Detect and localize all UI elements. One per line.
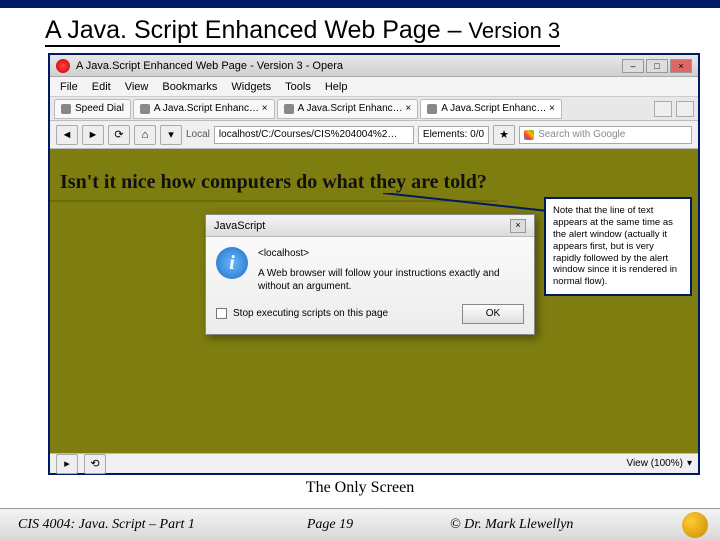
ucf-logo-icon — [682, 512, 708, 538]
address-text: localhost/C:/Courses/CIS%204004%2… — [219, 129, 397, 140]
menu-edit[interactable]: Edit — [92, 81, 111, 93]
tab-label: A Java.Script Enhanc… × — [154, 103, 268, 114]
address-prefix: Local — [186, 129, 210, 140]
trash-icon[interactable] — [676, 101, 694, 117]
page-icon — [427, 104, 437, 114]
menu-widgets[interactable]: Widgets — [231, 81, 271, 93]
tab-bar: Speed Dial A Java.Script Enhanc… × A Jav… — [50, 97, 698, 121]
grid-icon — [61, 104, 71, 114]
slide-title-area: A Java. Script Enhanced Web Page – Versi… — [0, 8, 720, 51]
menu-bookmarks[interactable]: Bookmarks — [162, 81, 217, 93]
tab-page-1[interactable]: A Java.Script Enhanc… × — [133, 99, 275, 119]
opera-icon — [56, 59, 70, 73]
google-icon — [524, 130, 534, 140]
alert-dialog: JavaScript × i <localhost> A Web browser… — [205, 214, 535, 335]
annotation-callout: Note that the line of text appears at th… — [544, 197, 692, 296]
dialog-message: A Web browser will follow your instructi… — [258, 267, 524, 294]
page-content: Isn't it nice how computers do what they… — [50, 149, 698, 453]
tab-page-2[interactable]: A Java.Script Enhanc… × — [277, 99, 419, 119]
stop-scripts-checkbox[interactable] — [216, 308, 227, 319]
star-icon[interactable]: ★ — [493, 125, 515, 145]
info-icon: i — [216, 247, 248, 279]
footer-author: © Dr. Mark Llewellyn — [420, 517, 682, 533]
callout-text: Note that the line of text appears at th… — [553, 205, 677, 287]
tab-speed-dial[interactable]: Speed Dial — [54, 99, 131, 119]
close-button[interactable]: × — [670, 59, 692, 73]
footer-page: Page 19 — [240, 517, 420, 533]
tab-label: A Java.Script Enhanc… × — [298, 103, 412, 114]
status-bar: ▸ ⟲ View (100%) ▾ — [50, 453, 698, 473]
menu-help[interactable]: Help — [325, 81, 348, 93]
tab-label: A Java.Script Enhanc… × — [441, 103, 555, 114]
search-input[interactable]: Search with Google — [519, 126, 692, 144]
home-button[interactable]: ⌂ — [134, 125, 156, 145]
minimize-button[interactable]: – — [622, 59, 644, 73]
screenshot-caption: The Only Screen — [0, 475, 720, 499]
elements-counter: Elements: 0/0 — [418, 126, 489, 144]
back-button[interactable]: ◄ — [56, 125, 78, 145]
menu-bar: File Edit View Bookmarks Widgets Tools H… — [50, 77, 698, 97]
sync-icon[interactable]: ⟲ — [84, 454, 106, 474]
dialog-close-button[interactable]: × — [510, 219, 526, 233]
address-input[interactable]: localhost/C:/Courses/CIS%204004%2… — [214, 126, 414, 144]
tab-label: Speed Dial — [75, 103, 124, 114]
maximize-button[interactable]: □ — [646, 59, 668, 73]
window-title: A Java.Script Enhanced Web Page - Versio… — [76, 60, 343, 72]
forward-button[interactable]: ► — [82, 125, 104, 145]
page-icon — [284, 104, 294, 114]
tab-overflow-button[interactable] — [654, 101, 672, 117]
page-icon — [140, 104, 150, 114]
title-suffix: Version 3 — [468, 18, 560, 43]
panel-icon[interactable]: ▸ — [56, 454, 78, 474]
dialog-host: <localhost> — [258, 247, 524, 261]
dialog-title-text: JavaScript — [214, 220, 265, 232]
zoom-label: View (100%) — [626, 458, 683, 469]
slide-title: A Java. Script Enhanced Web Page – Versi… — [45, 16, 560, 47]
tab-page-3[interactable]: A Java.Script Enhanc… × — [420, 99, 562, 119]
window-titlebar: A Java.Script Enhanced Web Page - Versio… — [50, 55, 698, 77]
wand-icon[interactable]: ▾ — [160, 125, 182, 145]
menu-tools[interactable]: Tools — [285, 81, 311, 93]
elements-text: Elements: 0/0 — [423, 129, 484, 140]
checkbox-label: Stop executing scripts on this page — [233, 308, 388, 319]
dialog-titlebar: JavaScript × — [206, 215, 534, 237]
browser-screenshot: A Java.Script Enhanced Web Page - Versio… — [48, 53, 700, 475]
dialog-message-area: <localhost> A Web browser will follow yo… — [258, 247, 524, 294]
reload-button[interactable]: ⟳ — [108, 125, 130, 145]
title-main: A Java. Script Enhanced Web Page – — [45, 16, 468, 44]
footer-course: CIS 4004: Java. Script – Part 1 — [0, 517, 240, 533]
search-placeholder: Search with Google — [538, 129, 625, 140]
address-toolbar: ◄ ► ⟳ ⌂ ▾ Local localhost/C:/Courses/CIS… — [50, 121, 698, 149]
callout-arrow — [383, 193, 548, 213]
menu-file[interactable]: File — [60, 81, 78, 93]
chevron-down-icon[interactable]: ▾ — [687, 458, 692, 469]
ok-button[interactable]: OK — [462, 304, 524, 324]
slide-footer: CIS 4004: Java. Script – Part 1 Page 19 … — [0, 508, 720, 540]
menu-view[interactable]: View — [125, 81, 149, 93]
